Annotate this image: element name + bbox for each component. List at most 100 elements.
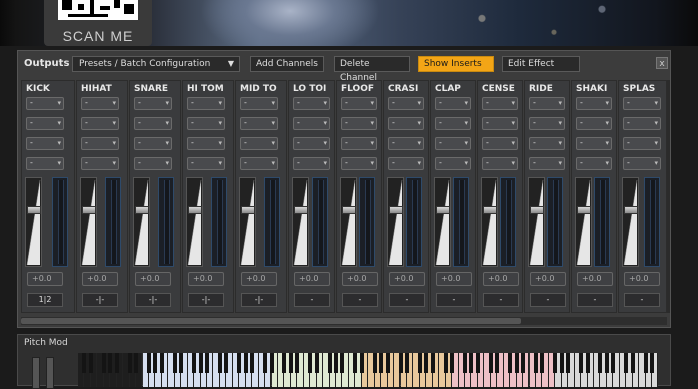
insert-slot-dropdown[interactable]: - ▾ [81, 97, 119, 110]
insert-slot-dropdown[interactable]: - ▾ [576, 97, 612, 110]
fader-handle[interactable] [624, 206, 638, 214]
insert-slot-dropdown[interactable]: - ▾ [240, 97, 278, 110]
piano-black-key[interactable] [243, 353, 248, 373]
piano-black-key[interactable] [566, 353, 571, 373]
output-route-button[interactable]: -|- [188, 293, 224, 307]
insert-slot-dropdown[interactable]: - ▾ [482, 97, 518, 110]
piano-black-key[interactable] [559, 353, 564, 373]
piano-black-key[interactable] [114, 353, 119, 373]
gain-value[interactable]: +0.0 [577, 272, 613, 286]
piano-black-key[interactable] [604, 353, 609, 373]
piano-black-key[interactable] [385, 353, 390, 373]
insert-slot-dropdown[interactable]: - ▾ [240, 157, 278, 170]
insert-slot-dropdown[interactable]: - ▾ [134, 157, 172, 170]
volume-fader[interactable] [622, 177, 639, 267]
insert-slot-dropdown[interactable]: - ▾ [623, 97, 661, 110]
piano-black-key[interactable] [134, 353, 139, 373]
piano-black-key[interactable] [424, 353, 429, 373]
piano-keyboard[interactable] [78, 353, 659, 387]
piano-black-key[interactable] [643, 353, 648, 373]
fader-handle[interactable] [436, 206, 450, 214]
insert-slot-dropdown[interactable]: - ▾ [623, 157, 661, 170]
insert-slot-dropdown[interactable]: - ▾ [293, 137, 330, 150]
insert-slot-dropdown[interactable]: - ▾ [482, 157, 518, 170]
output-route-button[interactable]: - [294, 293, 330, 307]
output-route-button[interactable]: - [530, 293, 566, 307]
piano-black-key[interactable] [650, 353, 655, 373]
show-inserts-button[interactable]: Show Inserts [418, 56, 494, 72]
fader-handle[interactable] [342, 206, 356, 214]
insert-slot-dropdown[interactable]: - ▾ [529, 97, 565, 110]
volume-fader[interactable] [186, 177, 203, 267]
horizontal-scrollbar[interactable] [21, 317, 667, 325]
insert-slot-dropdown[interactable]: - ▾ [435, 97, 471, 110]
output-route-button[interactable]: - [577, 293, 613, 307]
piano-black-key[interactable] [153, 353, 158, 373]
piano-black-key[interactable] [417, 353, 422, 373]
piano-black-key[interactable] [359, 353, 364, 373]
insert-slot-dropdown[interactable]: - ▾ [529, 137, 565, 150]
insert-slot-dropdown[interactable]: - ▾ [435, 117, 471, 130]
piano-black-key[interactable] [263, 353, 268, 373]
piano-black-key[interactable] [179, 353, 184, 373]
insert-slot-dropdown[interactable]: - ▾ [435, 137, 471, 150]
output-route-button[interactable]: 1|2 [27, 293, 63, 307]
piano-black-key[interactable] [624, 353, 629, 373]
piano-black-key[interactable] [340, 353, 345, 373]
piano-black-key[interactable] [508, 353, 513, 373]
piano-black-key[interactable] [250, 353, 255, 373]
piano-black-key[interactable] [533, 353, 538, 373]
piano-black-key[interactable] [237, 353, 242, 373]
piano-black-key[interactable] [372, 353, 377, 373]
fader-handle[interactable] [530, 206, 544, 214]
insert-slot-dropdown[interactable]: - ▾ [341, 97, 377, 110]
piano-black-key[interactable] [579, 353, 584, 373]
piano-black-key[interactable] [469, 353, 474, 373]
insert-slot-dropdown[interactable]: - ▾ [134, 117, 172, 130]
output-route-button[interactable]: - [483, 293, 519, 307]
insert-slot-dropdown[interactable]: - ▾ [341, 117, 377, 130]
piano-black-key[interactable] [88, 353, 93, 373]
insert-slot-dropdown[interactable]: - ▾ [26, 117, 64, 130]
gain-value[interactable]: +0.0 [389, 272, 425, 286]
insert-slot-dropdown[interactable]: - ▾ [134, 137, 172, 150]
insert-slot-dropdown[interactable]: - ▾ [240, 137, 278, 150]
piano-black-key[interactable] [521, 353, 526, 373]
piano-black-key[interactable] [540, 353, 545, 373]
insert-slot-dropdown[interactable]: - ▾ [576, 157, 612, 170]
insert-slot-dropdown[interactable]: - ▾ [341, 137, 377, 150]
volume-fader[interactable] [80, 177, 97, 267]
piano-black-key[interactable] [146, 353, 151, 373]
output-route-button[interactable]: -|- [135, 293, 171, 307]
insert-slot-dropdown[interactable]: - ▾ [26, 137, 64, 150]
insert-slot-dropdown[interactable]: - ▾ [435, 157, 471, 170]
insert-slot-dropdown[interactable]: - ▾ [293, 157, 330, 170]
piano-black-key[interactable] [404, 353, 409, 373]
volume-fader[interactable] [25, 177, 42, 267]
output-route-button[interactable]: - [624, 293, 660, 307]
insert-slot-dropdown[interactable]: - ▾ [388, 157, 424, 170]
piano-black-key[interactable] [198, 353, 203, 373]
insert-slot-dropdown[interactable]: - ▾ [240, 117, 278, 130]
piano-black-key[interactable] [398, 353, 403, 373]
piano-black-key[interactable] [101, 353, 106, 373]
gain-value[interactable]: +0.0 [82, 272, 118, 286]
add-channels-button[interactable]: Add Channels [250, 56, 324, 72]
insert-slot-dropdown[interactable]: - ▾ [623, 117, 661, 130]
piano-black-key[interactable] [205, 353, 209, 373]
insert-slot-dropdown[interactable]: - ▾ [81, 137, 119, 150]
piano-black-key[interactable] [488, 353, 493, 373]
insert-slot-dropdown[interactable]: - ▾ [529, 117, 565, 130]
insert-slot-dropdown[interactable]: - ▾ [293, 117, 330, 130]
fader-handle[interactable] [294, 206, 308, 214]
piano-black-key[interactable] [630, 353, 635, 373]
piano-black-key[interactable] [334, 353, 338, 373]
piano-black-key[interactable] [353, 353, 358, 373]
fader-handle[interactable] [483, 206, 497, 214]
insert-slot-dropdown[interactable]: - ▾ [26, 97, 64, 110]
piano-black-key[interactable] [308, 353, 313, 373]
pitch-wheel[interactable] [32, 357, 40, 389]
piano-black-key[interactable] [217, 353, 222, 373]
piano-black-key[interactable] [443, 353, 448, 373]
gain-value[interactable]: +0.0 [342, 272, 378, 286]
